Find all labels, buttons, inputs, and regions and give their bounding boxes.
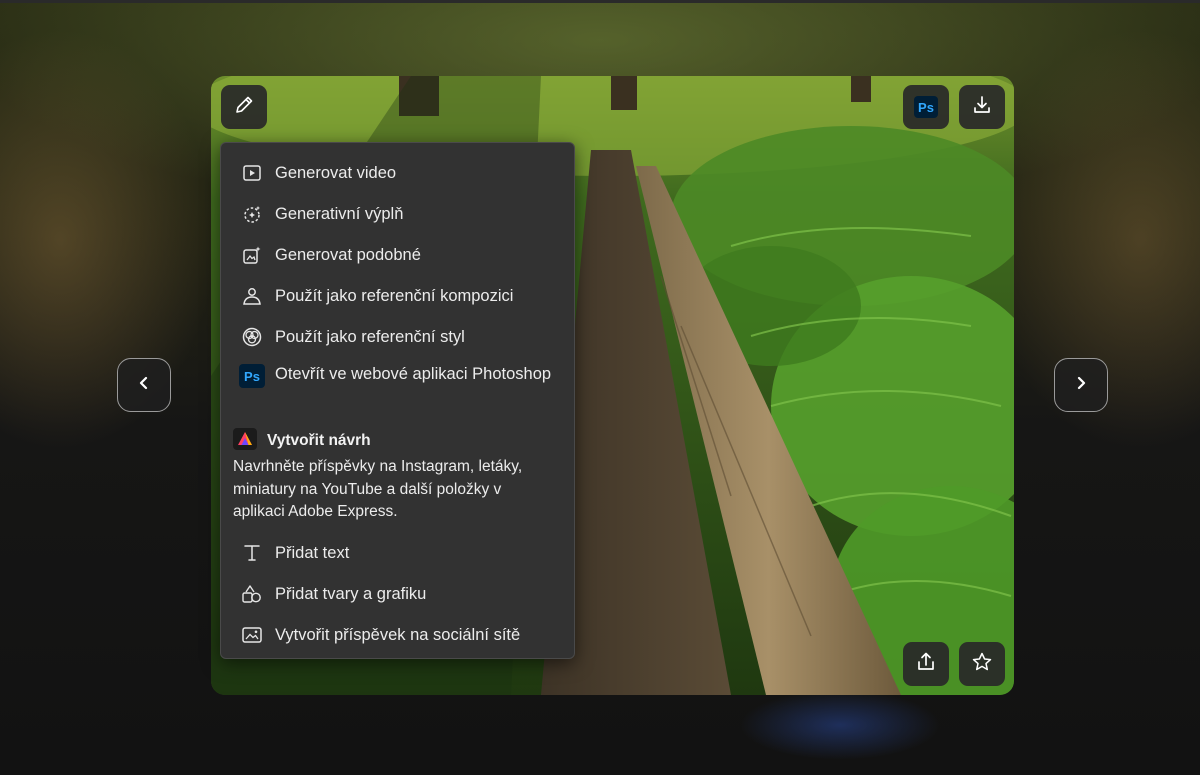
menu-item-add-text[interactable]: Přidat text xyxy=(221,534,574,572)
favorite-button[interactable] xyxy=(959,642,1005,686)
text-icon xyxy=(239,540,265,566)
create-design-section[interactable]: Vytvořit návrh Navrhněte příspěvky na In… xyxy=(233,427,563,524)
edit-menu: Generovat video Generativní výplň Genero… xyxy=(220,142,575,659)
menu-item-label: Použít jako referenční kompozici xyxy=(275,286,514,305)
menu-item-label: Použít jako referenční styl xyxy=(275,327,465,346)
next-image-button[interactable] xyxy=(1054,358,1108,412)
menu-item-label: Generativní výplň xyxy=(275,204,404,223)
open-in-photoshop-button[interactable]: Ps xyxy=(903,85,949,129)
star-icon xyxy=(971,651,993,678)
edit-button[interactable] xyxy=(221,85,267,129)
photoshop-icon: Ps xyxy=(914,96,938,118)
menu-item-composition-reference[interactable]: Použít jako referenční kompozici xyxy=(221,277,574,315)
style-reference-icon xyxy=(239,324,265,350)
generative-fill-icon xyxy=(239,201,265,227)
menu-item-label: Otevřít ve webové aplikaci Photoshop xyxy=(275,365,552,383)
menu-item-generate-similar[interactable]: Generovat podobné xyxy=(221,236,574,274)
create-design-description: Navrhněte příspěvky na Instagram, letáky… xyxy=(233,458,523,520)
menu-item-social-post[interactable]: Vytvořit příspěvek na sociální sítě xyxy=(221,616,574,654)
photoshop-badge: Ps xyxy=(239,364,265,388)
backdrop-glow xyxy=(740,690,940,760)
chevron-left-icon xyxy=(136,375,152,396)
composition-reference-icon xyxy=(239,283,265,309)
previous-image-button[interactable] xyxy=(117,358,171,412)
menu-item-label: Vytvořit příspěvek na sociální sítě xyxy=(275,625,521,644)
menu-item-style-reference[interactable]: Použít jako referenční styl xyxy=(221,318,574,356)
top-edge xyxy=(0,0,1200,3)
shapes-icon xyxy=(239,581,265,607)
share-button[interactable] xyxy=(903,642,949,686)
menu-item-label: Přidat text xyxy=(275,543,350,562)
menu-item-open-photoshop[interactable]: Ps Otevřít ve webové aplikaci Photoshop xyxy=(221,359,574,413)
photoshop-icon: Ps xyxy=(239,363,265,389)
menu-item-add-shapes[interactable]: Přidat tvary a grafiku xyxy=(221,575,574,613)
menu-item-label: Přidat tvary a grafiku xyxy=(275,584,427,603)
download-button[interactable] xyxy=(959,85,1005,129)
menu-item-generative-fill[interactable]: Generativní výplň xyxy=(221,195,574,233)
download-icon xyxy=(971,94,993,121)
chevron-right-icon xyxy=(1073,375,1089,396)
adobe-express-icon xyxy=(233,427,257,455)
video-play-icon xyxy=(239,160,265,186)
menu-item-label: Generovat video xyxy=(275,163,397,182)
pencil-icon xyxy=(233,94,255,121)
generate-similar-icon xyxy=(239,242,265,268)
menu-item-generate-video[interactable]: Generovat video xyxy=(221,154,574,192)
menu-item-label: Generovat podobné xyxy=(275,245,421,264)
create-design-title: Vytvořit návrh xyxy=(267,432,371,449)
share-icon xyxy=(915,651,937,678)
social-post-icon xyxy=(239,622,265,648)
